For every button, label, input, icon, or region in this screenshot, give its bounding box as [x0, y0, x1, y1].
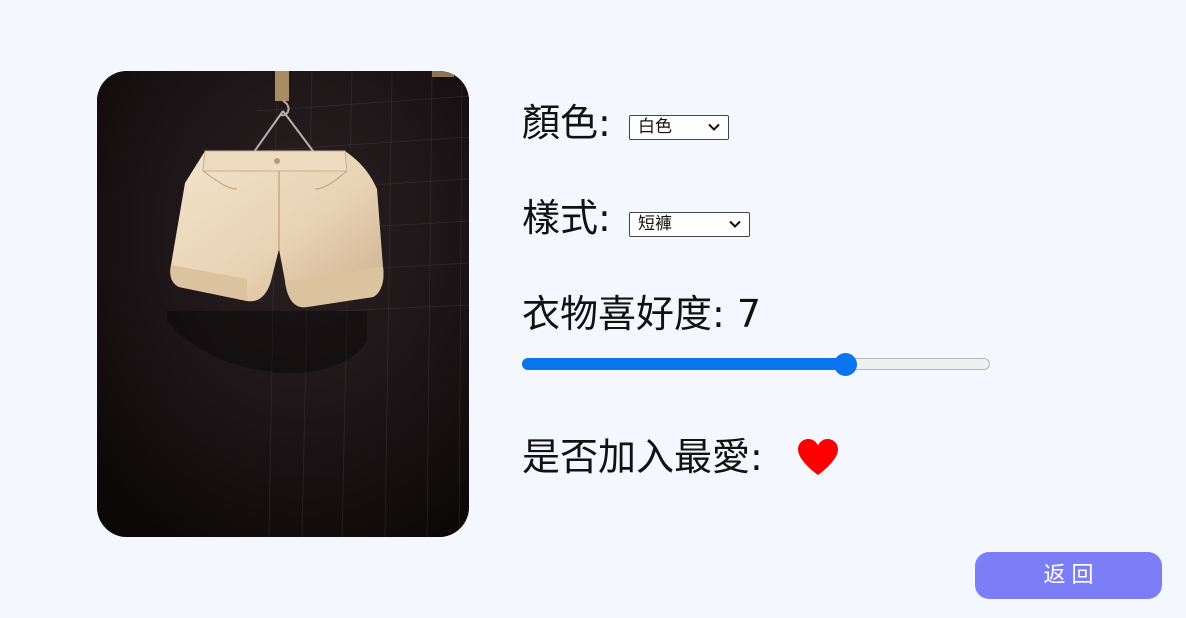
back-button[interactable]: 返回 [975, 552, 1162, 599]
chevron-down-icon [729, 220, 741, 228]
style-label: 樣式: [522, 196, 611, 240]
slider-fill [522, 358, 846, 370]
preference-slider[interactable] [522, 353, 990, 377]
preference-value: 7 [736, 292, 762, 336]
clothing-photo [97, 71, 469, 537]
color-select[interactable]: 白色 [629, 115, 729, 140]
preference-heading: 衣物喜好度: 7 [522, 292, 761, 336]
color-label: 顏色: [522, 101, 611, 145]
heart-icon[interactable] [796, 437, 840, 477]
chevron-down-icon [708, 123, 720, 131]
style-select-value: 短褲 [638, 214, 672, 234]
color-select-value: 白色 [638, 117, 672, 137]
slider-thumb[interactable] [834, 353, 858, 376]
style-select[interactable]: 短褲 [629, 212, 750, 237]
preference-label: 衣物喜好度: [522, 292, 725, 336]
favorite-label: 是否加入最愛: [522, 435, 763, 479]
